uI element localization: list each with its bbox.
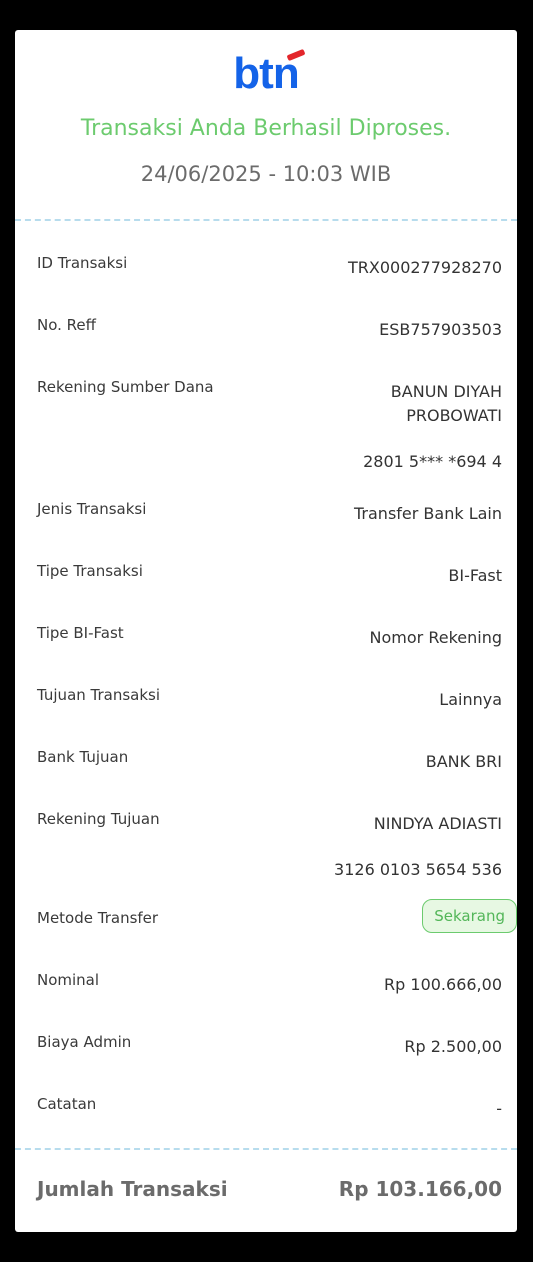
- bottom-divider: [15, 1148, 517, 1150]
- value-bank-tujuan: BANK BRI: [425, 752, 502, 771]
- label-no-reff: No. Reff: [37, 316, 96, 334]
- value-tipe-transaksi: BI-Fast: [448, 566, 502, 585]
- source-account-number: 2801 5*** *694 4: [363, 452, 502, 471]
- value-tujuan-transaksi: Lainnya: [439, 690, 502, 709]
- value-jenis-transaksi: Transfer Bank Lain: [354, 504, 502, 523]
- label-jenis-transaksi: Jenis Transaksi: [37, 500, 147, 518]
- label-tipe-bifast: Tipe BI-Fast: [37, 624, 124, 642]
- top-divider: [15, 219, 517, 221]
- label-biaya-admin: Biaya Admin: [37, 1033, 132, 1051]
- label-rekening-sumber: Rekening Sumber Dana: [37, 378, 214, 396]
- label-rekening-tujuan: Rekening Tujuan: [37, 810, 160, 828]
- source-account-name-line1: BANUN DIYAH: [390, 382, 502, 401]
- destination-account-number: 3126 0103 5654 536: [334, 860, 502, 879]
- destination-account-name: NINDYA ADIASTI: [373, 814, 502, 833]
- label-catatan: Catatan: [37, 1095, 97, 1113]
- label-bank-tujuan: Bank Tujuan: [37, 748, 129, 766]
- value-catatan: -: [496, 1099, 502, 1118]
- total-value: Rp 103.166,00: [338, 1177, 502, 1201]
- value-rekening-sumber: BANUN DIYAH PROBOWATI 2801 5*** *694 4: [363, 380, 502, 474]
- value-rekening-tujuan: NINDYA ADIASTI 3126 0103 5654 536: [334, 812, 502, 882]
- btn-logo: btn: [15, 52, 517, 96]
- total-label: Jumlah Transaksi: [37, 1177, 228, 1201]
- value-no-reff: ESB757903503: [379, 320, 502, 339]
- label-nominal: Nominal: [37, 971, 100, 989]
- receipt-card: btn Transaksi Anda Berhasil Diproses. 24…: [15, 30, 517, 1232]
- transfer-method-badge: Sekarang: [422, 899, 517, 933]
- label-metode-transfer: Metode Transfer: [37, 909, 159, 927]
- value-biaya-admin: Rp 2.500,00: [404, 1037, 502, 1056]
- value-tipe-bifast: Nomor Rekening: [369, 628, 502, 647]
- value-nominal: Rp 100.666,00: [384, 975, 502, 994]
- value-id-transaksi: TRX000277928270: [347, 258, 502, 277]
- label-tujuan-transaksi: Tujuan Transaksi: [37, 686, 161, 704]
- success-headline: Transaksi Anda Berhasil Diproses.: [80, 116, 452, 141]
- label-id-transaksi: ID Transaksi: [37, 254, 128, 272]
- source-account-name-line2: PROBOWATI: [406, 406, 502, 425]
- transaction-datetime: 24/06/2025 - 10:03 WIB: [140, 162, 392, 186]
- label-tipe-transaksi: Tipe Transaksi: [37, 562, 143, 580]
